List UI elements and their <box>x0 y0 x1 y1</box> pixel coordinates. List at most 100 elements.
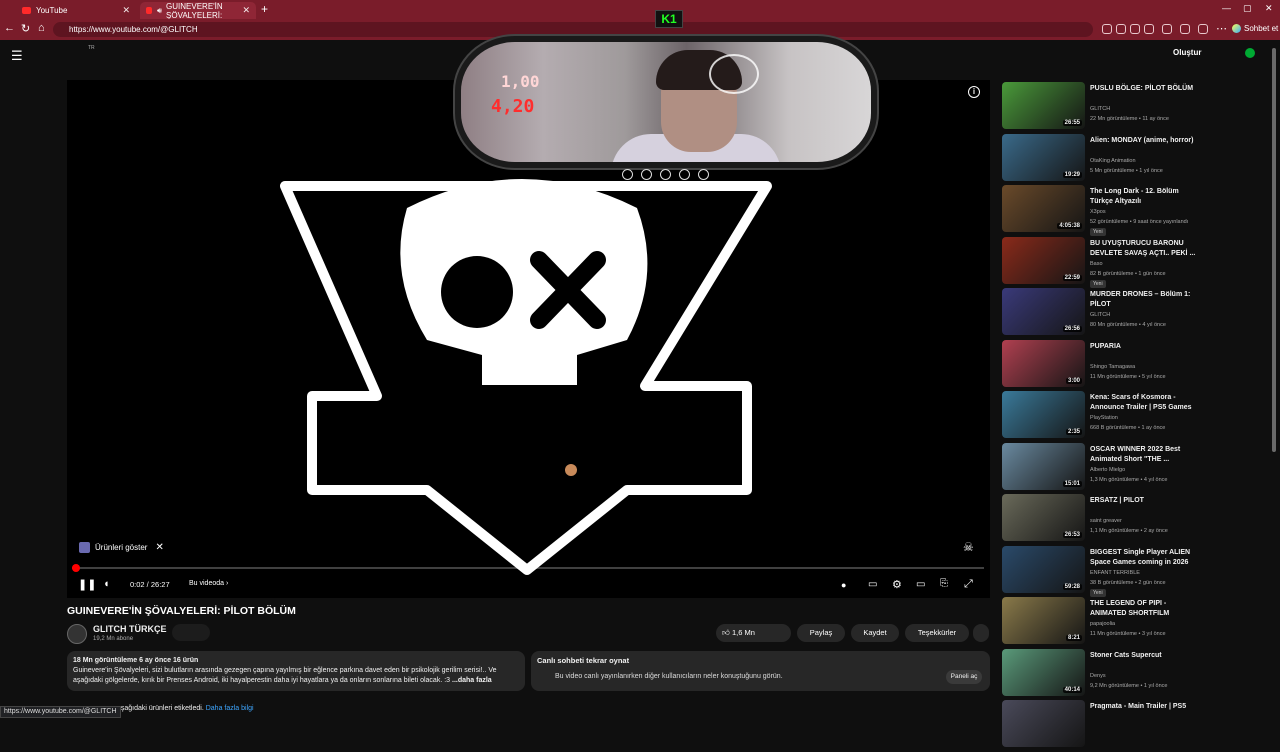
recommended-video[interactable]: 40:14 Stoner Cats Supercut Denys 9,2 Mn gör… <box>1002 648 1202 701</box>
video-title[interactable]: BIGGEST Single Player ALIEN Space Games … <box>1090 548 1202 568</box>
channel-name[interactable]: papajoolia <box>1090 619 1210 629</box>
recommended-video[interactable]: Pragmata - Main Trailer | PS5 <box>1002 700 1202 752</box>
recommended-video[interactable]: 22:59 BU UYUŞTURUCU BARONU DEVLETE SAVAŞ … <box>1002 236 1202 289</box>
home-icon[interactable]: ⌂ <box>38 22 45 34</box>
close-tab-icon[interactable]: ✕ <box>122 5 130 16</box>
pause-icon[interactable]: ❚❚ <box>78 578 96 591</box>
recommended-video[interactable]: 3:00 PUPARIA Shingo Tamagawa 11 Mn görüntül… <box>1002 339 1202 392</box>
fullscreen-icon[interactable]: ⤢ <box>964 578 973 591</box>
video-title[interactable]: Stoner Cats Supercut <box>1090 651 1202 661</box>
tab-active-video[interactable]: 🔊︎ GUINEVERE'İN ŞÖVALYELERİ: ✕ <box>140 2 256 20</box>
close-icon[interactable]: ✕ <box>155 542 163 553</box>
channel-name[interactable]: GLITCH <box>1090 310 1210 320</box>
scrollbar[interactable] <box>1272 48 1276 452</box>
show-products-chip[interactable]: Ürünleri göster ✕ <box>79 542 164 553</box>
subtitles-icon[interactable]: ▭ <box>868 579 877 590</box>
video-thumbnail[interactable]: 26:55 <box>1002 82 1085 129</box>
video-title[interactable]: OSCAR WINNER 2022 Best Animated Short "T… <box>1090 445 1202 465</box>
volume-icon[interactable]: ◖ <box>103 578 110 590</box>
video-title[interactable]: THE LEGEND OF PIPI - ANIMATED SHORTFILM <box>1090 599 1202 619</box>
video-thumbnail[interactable]: 4:05:38 <box>1002 185 1085 232</box>
more-actions-icon[interactable] <box>973 624 989 642</box>
subscribe-button[interactable] <box>172 624 210 641</box>
recommended-video[interactable]: 8:21 THE LEGEND OF PIPI - ANIMATED SHORTF… <box>1002 597 1202 649</box>
cast-icon[interactable]: ⎘ <box>940 578 948 589</box>
copilot-chat-button[interactable]: Sohbet et <box>1232 24 1278 33</box>
channel-name[interactable]: GLITCH <box>1090 104 1210 114</box>
channel-name[interactable]: Alberto Mielgo <box>1090 465 1210 475</box>
minimize-icon[interactable]: — <box>1222 3 1231 13</box>
like-button[interactable]: 👍︎ 1,6 Mn <box>716 624 791 642</box>
video-title[interactable]: Alien: MONDAY (anime, horror) <box>1090 136 1202 146</box>
back-icon[interactable]: ← <box>4 22 15 34</box>
channel-name[interactable]: Denys <box>1090 671 1210 681</box>
extension-icon[interactable] <box>1102 24 1112 34</box>
video-thumbnail[interactable]: 22:59 <box>1002 236 1085 284</box>
video-thumbnail[interactable]: 8:21 <box>1002 597 1085 644</box>
recommended-video[interactable]: 19:29 Alien: MONDAY (anime, horror) OtaKin… <box>1002 133 1202 186</box>
video-thumbnail[interactable]: 26:53 <box>1002 494 1085 541</box>
reader-icon[interactable] <box>1130 24 1140 34</box>
video-thumbnail[interactable]: 2:35 <box>1002 391 1085 438</box>
channel-name[interactable]: PlayStation <box>1090 413 1210 423</box>
favorite-star-icon[interactable] <box>1144 24 1154 34</box>
channel-name[interactable]: saint greaver <box>1090 516 1210 526</box>
video-thumbnail[interactable]: 19:29 <box>1002 133 1085 181</box>
info-icon[interactable]: i <box>968 86 980 98</box>
translate-icon[interactable] <box>1116 24 1126 34</box>
recommended-video[interactable]: 4:05:38 The Long Dark - 12. Bölüm Türkçe … <box>1002 185 1202 237</box>
channel-name[interactable]: Baso <box>1090 259 1210 269</box>
learn-more-link[interactable]: Daha fazla bilgi <box>206 705 254 712</box>
video-thumbnail[interactable]: 59:28 <box>1002 545 1085 593</box>
show-more-link[interactable]: ...daha fazla <box>452 677 492 684</box>
hamburger-menu-icon[interactable]: ☰ <box>11 48 23 64</box>
channel-name[interactable]: OtaKing Animation <box>1090 156 1210 166</box>
recommended-video[interactable]: 26:53 ERSATZ | PILOT saint greaver 1,1 Mn g… <box>1002 494 1202 546</box>
profile-icon[interactable] <box>1198 24 1208 34</box>
more-menu-icon[interactable]: ⋯ <box>1216 22 1227 35</box>
video-title[interactable]: BU UYUŞTURUCU BARONU DEVLETE SAVAŞ AÇTI.… <box>1090 239 1202 259</box>
video-title[interactable]: PUPARIA <box>1090 342 1202 352</box>
channel-avatar[interactable] <box>67 624 87 644</box>
open-panel-button[interactable]: Paneli aç <box>946 670 982 684</box>
video-title[interactable]: Kena: Scars of Kosmora - Announce Traile… <box>1090 393 1202 413</box>
channel-watermark-icon[interactable]: ☠ <box>963 540 974 554</box>
channel-name[interactable]: ENFANT TERRIBLE <box>1090 568 1210 578</box>
save-button[interactable]: Kaydet <box>851 624 899 642</box>
video-title[interactable]: MURDER DRONES – Bölüm 1: PİLOT <box>1090 290 1202 310</box>
video-thumbnail[interactable]: 26:56 <box>1002 288 1085 335</box>
progress-bar[interactable] <box>71 564 984 572</box>
in-video-button[interactable]: Bu videoda › <box>189 580 228 587</box>
scrubber-handle[interactable] <box>71 564 80 572</box>
theater-mode-icon[interactable]: ▭ <box>916 579 925 590</box>
video-title[interactable]: Pragmata - Main Trailer | PS5 <box>1090 702 1202 712</box>
new-tab-icon[interactable]: + <box>261 2 268 16</box>
channel-name[interactable]: Shingo Tamagawa <box>1090 362 1210 372</box>
video-thumbnail[interactable]: 3:00 <box>1002 339 1085 387</box>
video-title[interactable]: ERSATZ | PILOT <box>1090 496 1202 506</box>
create-button[interactable]: Oluştur <box>1173 48 1201 57</box>
recommended-video[interactable]: 15:01 OSCAR WINNER 2022 Best Animated Sho… <box>1002 442 1202 495</box>
maximize-icon[interactable]: ▢ <box>1243 3 1252 14</box>
speaker-icon[interactable]: 🔊︎ <box>157 6 162 16</box>
channel-name[interactable]: X3pos <box>1090 207 1210 217</box>
recommended-video[interactable]: 59:28 BIGGEST Single Player ALIEN Space G… <box>1002 545 1202 598</box>
recommended-video[interactable]: 26:56 MURDER DRONES – Bölüm 1: PİLOT GLITC… <box>1002 288 1202 340</box>
tab-youtube[interactable]: YouTube ✕ <box>16 2 136 19</box>
close-tab-icon[interactable]: ✕ <box>242 5 250 16</box>
video-title[interactable]: The Long Dark - 12. Bölüm Türkçe Altyazı… <box>1090 187 1202 207</box>
video-thumbnail[interactable] <box>1002 700 1085 747</box>
video-thumbnail[interactable]: 15:01 <box>1002 442 1085 490</box>
window-close-icon[interactable]: ✕ <box>1265 3 1273 14</box>
url-field[interactable]: https://www.youtube.com/@GLITCH <box>53 22 1093 37</box>
autoplay-toggle-icon[interactable]: ● <box>841 580 846 590</box>
video-thumbnail[interactable]: 40:14 <box>1002 648 1085 696</box>
video-title[interactable]: PUSLU BÖLGE: PİLOT BÖLÜM <box>1090 84 1202 94</box>
recommended-video[interactable]: 26:55 PUSLU BÖLGE: PİLOT BÖLÜM GLITCH 22 Mn… <box>1002 82 1202 134</box>
tracking-icon[interactable] <box>1162 24 1172 34</box>
description-box[interactable]: 18 Mn görüntüleme 6 ay önce 16 ürün Guin… <box>67 651 525 691</box>
recommended-video[interactable]: 2:35 Kena: Scars of Kosmora - Announce Tr… <box>1002 391 1202 443</box>
share-button[interactable]: Paylaş <box>797 624 845 642</box>
thanks-button[interactable]: Teşekkürler <box>905 624 969 642</box>
account-avatar[interactable] <box>1245 48 1255 58</box>
